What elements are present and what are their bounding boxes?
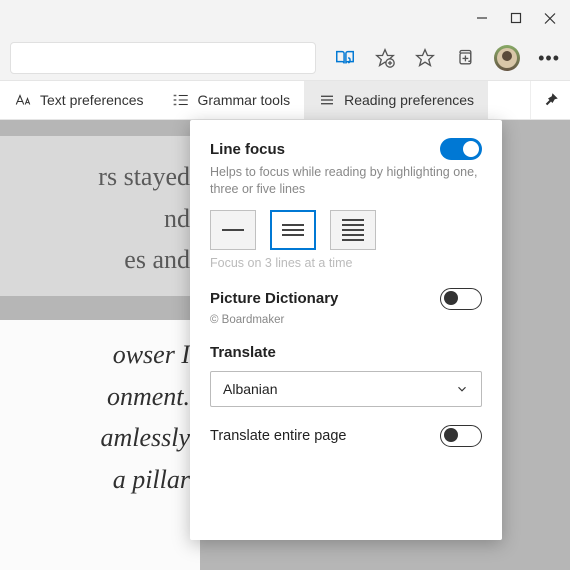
page-text-block-1: rs stayed nd es and [0,136,200,296]
chevron-down-icon [455,382,469,396]
translate-title: Translate [210,344,482,361]
window-titlebar [0,0,570,36]
line-focus-options [210,210,482,250]
collections-icon[interactable] [454,47,476,69]
profile-avatar[interactable] [494,45,520,71]
grammar-tools-button[interactable]: Grammar tools [158,81,305,119]
line-focus-option-1[interactable] [210,210,256,250]
more-menu-icon[interactable]: ••• [538,48,560,69]
address-input[interactable] [10,42,316,74]
reader-toolbar: Text preferences Grammar tools Reading p… [0,80,570,120]
content-area: rs stayed nd es and owser I onment. amle… [0,120,570,570]
reading-preferences-button[interactable]: Reading preferences [304,81,488,119]
reading-preferences-panel: Line focus Helps to focus while reading … [190,120,502,540]
reading-preferences-icon [318,91,336,109]
minimize-button[interactable] [476,12,488,24]
translate-entire-page-toggle[interactable] [440,425,482,447]
translate-entire-page-label: Translate entire page [210,428,347,444]
picture-dictionary-title: Picture Dictionary [210,290,338,307]
picture-dictionary-copyright: © Boardmaker [210,314,482,326]
favorites-icon[interactable] [414,47,436,69]
line-focus-hint: Focus on 3 lines at a time [210,256,482,270]
line-focus-option-5[interactable] [330,210,376,250]
translate-language-dropdown[interactable]: Albanian [210,371,482,407]
translate-selected-label: Albanian [223,381,278,397]
add-favorite-icon[interactable] [374,47,396,69]
line-focus-help: Helps to focus while reading by highligh… [210,164,482,198]
page-text-block-2: owser I onment. amlessly a pillar [0,320,200,570]
grammar-tools-label: Grammar tools [198,92,291,108]
address-bar-row: ••• [0,36,570,80]
picture-dictionary-toggle[interactable] [440,288,482,310]
line-focus-title: Line focus [210,141,285,158]
line-focus-toggle[interactable] [440,138,482,160]
immersive-reader-icon[interactable] [334,47,356,69]
close-button[interactable] [544,12,556,24]
pin-toolbar-button[interactable] [530,81,570,119]
text-preferences-icon [14,91,32,109]
text-preferences-label: Text preferences [40,92,144,108]
text-preferences-button[interactable]: Text preferences [0,81,158,119]
maximize-button[interactable] [510,12,522,24]
reading-preferences-label: Reading preferences [344,92,474,108]
grammar-tools-icon [172,91,190,109]
line-focus-option-3[interactable] [270,210,316,250]
